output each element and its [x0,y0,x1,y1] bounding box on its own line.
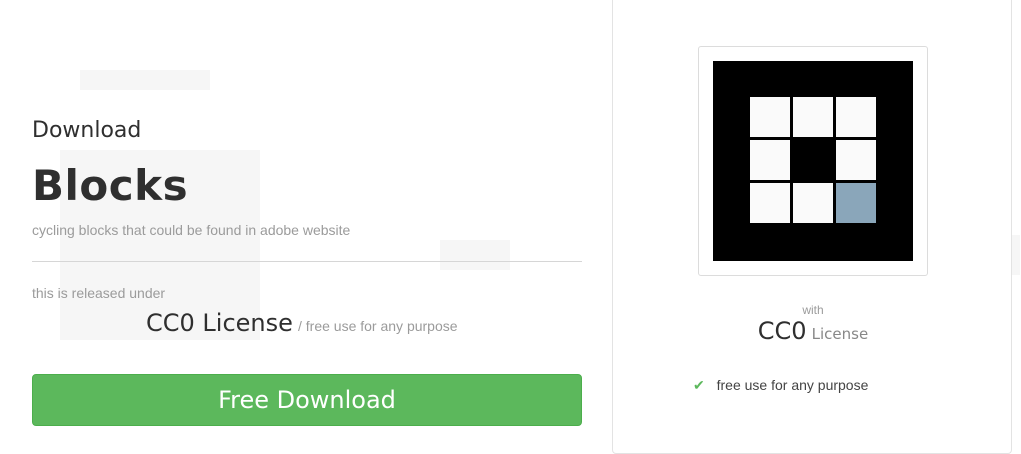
feature-text: free use for any purpose [716,377,869,393]
grid-block [793,140,833,180]
grid-block [836,97,876,137]
with-label: with [802,303,824,317]
grid-block [836,140,876,180]
page-title: Blocks [32,161,189,210]
preview-frame [698,46,928,276]
license-name: CC0 License [146,309,293,337]
license-suffix: / free use for any purpose [298,318,458,334]
license-card: with CC0 License ✔ free use for any purp… [612,0,1012,454]
card-license-secondary: License [811,325,869,343]
grid-block [750,140,790,180]
grid-block [793,183,833,223]
grid-block [750,183,790,223]
grid-block [750,97,790,137]
released-under-text: this is released under [32,285,166,301]
description-text: cycling blocks that could be found in ad… [32,222,351,238]
card-license: CC0 License [613,317,1013,345]
divider [32,261,582,262]
grid-block [836,183,876,223]
preview-canvas [713,61,913,261]
check-icon: ✔ [693,377,705,393]
free-download-button[interactable]: Free Download [32,374,582,426]
download-kicker: Download [32,118,142,143]
download-panel: Download Blocks cycling blocks that coul… [32,0,582,447]
blocks-grid [750,97,876,223]
grid-block [793,97,833,137]
feature-item: ✔ free use for any purpose [693,377,868,394]
license-row: CC0 License / free use for any purpose [146,309,458,337]
card-license-primary: CC0 [757,317,807,345]
